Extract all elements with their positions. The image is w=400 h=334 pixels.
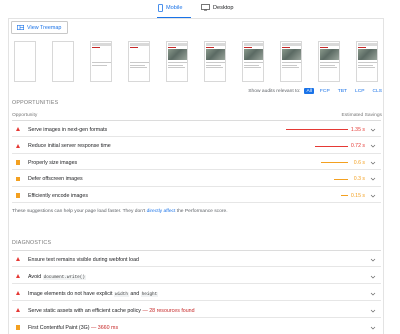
filter-chip-fcp[interactable]: FCP [318,88,332,94]
divider [12,250,381,251]
opportunities-note: These suggestions can help your page loa… [12,209,228,214]
view-treemap-button[interactable]: View Treemap [11,21,68,34]
average-square-icon [16,193,21,198]
filmstrip-frame [318,41,340,82]
savings-bar [315,145,348,147]
average-square-icon [16,160,21,165]
opportunity-row[interactable]: Reduce initial server response time 0.72 … [12,139,381,154]
chevron-down-icon[interactable] [370,274,376,280]
diagnostic-label: Ensure text remains visible during webfo… [28,257,139,263]
mobile-icon [158,4,163,12]
filmstrip-frame [128,41,150,82]
diagnostic-row[interactable]: Avoid document.write() [12,269,381,284]
filter-chip-cls[interactable]: CLS [370,88,384,94]
diagnostic-row[interactable]: Ensure text remains visible during webfo… [12,252,381,267]
opportunity-label: Defer offscreen images [28,176,83,182]
filmstrip-frame [356,41,378,82]
filmstrip-frame [90,41,112,82]
diagnostic-text: and [130,290,140,297]
view-treemap-label: View Treemap [27,24,62,31]
diagnostic-label: Serve static assets with an efficient ca… [28,308,195,314]
opportunities-title: OPPORTUNITIES [12,100,59,106]
chevron-down-icon[interactable] [370,325,376,331]
fail-triangle-icon [16,291,20,295]
savings-value: 0.15 s [350,192,365,199]
code-snippet: height [140,291,159,297]
opportunity-label: Efficiently encode images [28,192,88,199]
fail-triangle-icon [16,127,20,131]
savings-bar [334,178,348,180]
chevron-down-icon[interactable] [370,257,376,263]
fail-triangle-icon [16,143,20,148]
savings-bar [286,129,348,131]
opportunity-row[interactable]: Efficiently encode images 0.15 s [12,188,381,203]
opportunity-label: Reduce initial server response time [28,143,111,149]
savings-value: 1.35 s [350,126,365,133]
diagnostic-detail: — 28 resources found [142,307,195,314]
savings-bar [341,195,348,197]
diagnostic-text: First Contentful Paint (3G) [28,324,90,331]
filmstrip-frame [166,41,188,82]
diagnostic-label: First Contentful Paint (3G) — 3660 ms [28,325,118,331]
diagnostic-text: Serve static assets with an efficient ca… [28,307,141,314]
diagnostic-row[interactable]: Image elements do not have explicit widt… [12,286,381,301]
opportunity-row[interactable]: Serve images in next-gen formats 1.35 s [12,122,381,137]
savings-bar [320,162,348,164]
fail-triangle-icon [16,308,20,312]
diagnostic-text: Ensure text remains visible during webfo… [28,256,139,263]
average-square-icon [16,176,21,182]
filter-chip-lcp[interactable]: LCP [353,88,367,94]
fail-triangle-icon [16,274,20,278]
opportunity-row[interactable]: Defer offscreen images 0.3 s [12,172,381,187]
chevron-down-icon[interactable] [370,143,376,149]
average-square-icon [16,325,21,330]
chevron-down-icon[interactable] [370,308,376,314]
filmstrip-frame [14,41,36,82]
filmstrip-frame [280,41,302,82]
chevron-down-icon[interactable] [370,193,376,199]
filter-label: Show audits relevant to: [248,88,301,94]
diagnostic-row[interactable]: Serve static assets with an efficient ca… [12,303,381,318]
code-snippet: width [114,291,129,297]
filmstrip-frame [242,41,264,82]
filmstrip-frame [204,41,226,82]
savings-value: 0.3 s [353,176,365,182]
opportunity-row[interactable]: Properly size images 0.6 s [12,155,381,170]
filter-chip-tbt[interactable]: TBT [336,88,349,94]
savings-column-header: Estimated Savings [341,113,382,118]
chevron-down-icon[interactable] [370,291,376,297]
note-prefix: These suggestions can help your page loa… [12,209,146,214]
divider [12,120,381,121]
tab-desktop-label: Desktop [213,4,234,11]
diagnostic-label: Avoid document.write() [28,274,86,280]
opportunity-label: Properly size images [28,159,78,166]
opportunity-column-header: Opportunity [12,113,38,118]
tab-desktop[interactable]: Desktop [201,4,234,11]
opportunity-label: Serve images in next-gen formats [28,126,108,133]
note-suffix: the Performance score. [176,209,228,214]
savings-value: 0.72 s [350,143,365,149]
desktop-icon [201,4,210,11]
filmstrip-frame [52,41,74,82]
treemap-icon [17,25,24,30]
chevron-down-icon[interactable] [370,160,376,166]
diagnostic-row[interactable]: First Contentful Paint (3G) — 3660 ms [12,320,381,334]
diagnostic-text: Avoid [28,273,42,280]
diagnostic-label: Image elements do not have explicit widt… [28,290,159,297]
diagnostic-detail: — 3660 ms [91,324,119,331]
fail-triangle-icon [16,257,20,261]
diagnostics-title: DIAGNOSTICS [12,240,52,246]
chevron-down-icon[interactable] [370,176,376,182]
filmstrip [14,41,386,89]
tab-mobile[interactable]: Mobile [158,4,182,12]
diagnostic-text: Image elements do not have explicit [28,290,113,297]
code-snippet: document.write() [42,274,86,280]
device-tabs: Mobile Desktop [0,0,400,19]
tab-mobile-label: Mobile [166,5,183,11]
audit-filter: Show audits relevant to: All FCP TBT LCP… [248,88,384,94]
note-link[interactable]: directly affect [147,209,176,214]
filter-chip-all[interactable]: All [304,88,314,94]
chevron-down-icon[interactable] [370,127,376,133]
savings-value: 0.6 s [353,159,365,166]
